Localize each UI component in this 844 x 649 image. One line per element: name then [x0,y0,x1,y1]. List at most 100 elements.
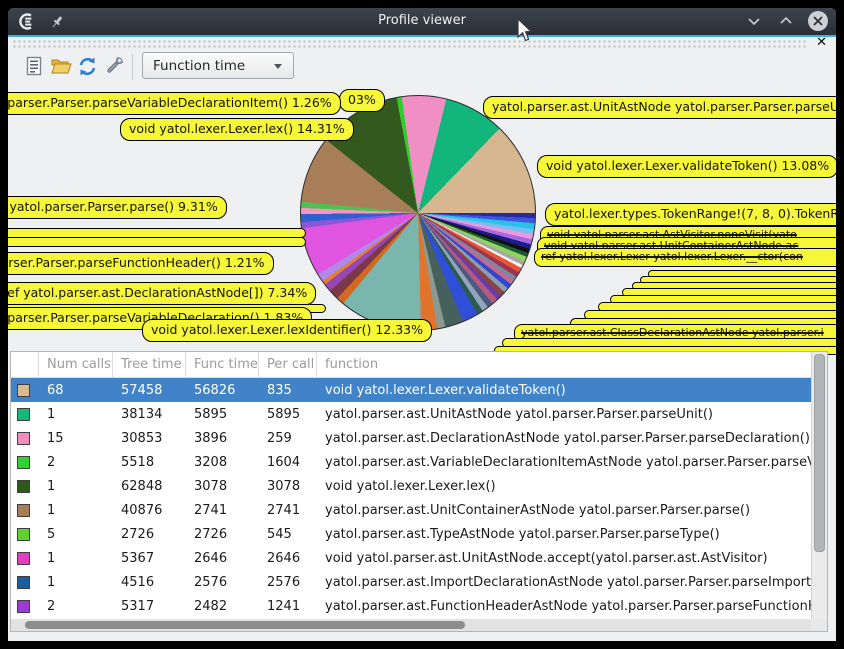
cell-tree_time: 57458 [113,383,186,398]
mouse-cursor [517,18,534,47]
sort-mode-combobox[interactable]: Function time [142,52,294,79]
column-header[interactable]: Tree time [113,352,186,377]
table-row[interactable]: 1451625762576yatol.parser.ast.ImportDecl… [11,570,811,594]
cell-tree_time: 5518 [113,455,186,470]
table-row[interactable]: 527262726545yatol.parser.ast.TypeAstNode… [11,522,811,546]
pie-slice-label: ainerAstNode yatol.parser.Parser.parse()… [8,196,227,219]
chevron-down-icon [274,64,282,69]
cell-tree_time: 5317 [113,599,186,614]
table-row[interactable]: 2531724821241yatol.parser.ast.FunctionHe… [11,594,811,618]
table-row[interactable]: 1536726462646void yatol.parser.ast.UnitA… [11,546,811,570]
pie-slice-label: void yatol.lexer.Lexer.validateToken() 1… [537,155,836,178]
row-color-swatch [17,384,30,397]
cell-per_call: 2576 [259,575,317,590]
column-header[interactable]: Func time [186,352,259,377]
profile-viewer-window: Profile viewer ✕ [8,8,836,641]
dock-close-icon[interactable]: ✕ [816,35,827,51]
cell-tree_time: 30853 [113,431,186,446]
cell-function: yatol.parser.ast.TypeAstNode yatol.parse… [317,527,811,542]
titlebar-accent-line [8,35,836,37]
column-header[interactable]: function [317,352,811,377]
row-color-swatch [17,480,30,493]
horizontal-scrollbar[interactable] [11,619,811,631]
scrollbar-corner [811,619,827,631]
cell-function: void yatol.lexer.Lexer.lex() [317,479,811,494]
cell-func_time: 2726 [186,527,259,542]
cell-per_call: 835 [259,383,317,398]
pie-slice-label: ns(ref yatol.parser.ast.DeclarationAstNo… [8,282,316,305]
row-color-swatch [17,576,30,589]
combobox-value: Function time [153,58,245,74]
cell-tree_time: 5367 [113,551,186,566]
cell-tree_time: 4516 [113,575,186,590]
cell-num_calls: 1 [39,407,113,422]
cell-function: yatol.parser.ast.DeclarationAstNode yato… [317,431,811,446]
cell-function: yatol.parser.ast.VariableDeclarationItem… [317,455,811,470]
cell-per_call: 545 [259,527,317,542]
cell-function: void yatol.parser.ast.UnitAstNode.accept… [317,551,811,566]
cell-func_time: 2646 [186,551,259,566]
titlebar[interactable]: Profile viewer [8,8,836,35]
cell-per_call: 3078 [259,479,317,494]
table-header[interactable]: Num callsTree timeFunc timePer callfunct… [11,352,811,378]
cell-func_time: 2576 [186,575,259,590]
dock-drag-handle[interactable] [12,39,806,49]
wrench-icon[interactable] [104,56,126,78]
cell-function: yatol.parser.ast.ImportDeclarationAstNod… [317,575,811,590]
column-header[interactable]: Num calls [39,352,113,377]
cell-func_time: 2482 [186,599,259,614]
table-body: 685745856826835void yatol.lexer.Lexer.va… [11,378,827,618]
cell-func_time: 3078 [186,479,259,494]
cell-func_time: 2741 [186,503,259,518]
cell-per_call: 2741 [259,503,317,518]
pie-slice-label: ref yatol.lexer.Lexer yatol.lexer.Lexer.… [534,248,836,267]
cell-func_time: 3896 [186,431,259,446]
vertical-scrollbar[interactable] [811,352,827,619]
cell-func_time: 3208 [186,455,259,470]
table-row[interactable]: 14087627412741yatol.parser.ast.UnitConta… [11,498,811,522]
report-icon[interactable] [24,56,46,78]
maximize-button[interactable] [776,11,796,31]
row-color-swatch [17,528,30,541]
horizontal-scrollbar-thumb[interactable] [25,621,465,629]
table-row[interactable]: 13813458955895yatol.parser.ast.UnitAstNo… [11,402,811,426]
toolbar-separator [132,54,133,80]
vertical-scrollbar-thumb[interactable] [814,354,825,552]
pie-slice-label: 03% [339,89,385,112]
cell-per_call: 2646 [259,551,317,566]
row-color-swatch [17,600,30,613]
pie-slice-label: atol.parser.Parser.parseFunctionHeader()… [8,252,274,275]
cell-per_call: 5895 [259,407,317,422]
table-row[interactable]: 15308533896259yatol.parser.ast.Declarati… [11,426,811,450]
cell-num_calls: 1 [39,575,113,590]
chart-area: 03%ode yatol.parser.Parser.parseVariable… [8,86,836,352]
profile-table: Num callsTree timeFunc timePer callfunct… [10,351,828,632]
minimize-button[interactable] [744,11,764,31]
table-row[interactable]: 16284830783078void yatol.lexer.Lexer.lex… [11,474,811,498]
cell-per_call: 259 [259,431,317,446]
refresh-icon[interactable] [77,56,99,78]
row-color-swatch [17,504,30,517]
cell-num_calls: 5 [39,527,113,542]
cell-num_calls: 1 [39,503,113,518]
close-button[interactable] [808,11,828,31]
cell-tree_time: 38134 [113,407,186,422]
table-row[interactable]: 2551832081604yatol.parser.ast.VariableDe… [11,450,811,474]
cell-num_calls: 15 [39,431,113,446]
column-header[interactable]: Per call [259,352,317,377]
cell-per_call: 1241 [259,599,317,614]
open-folder-icon[interactable] [50,56,72,78]
cell-function: yatol.parser.ast.UnitAstNode yatol.parse… [317,407,811,422]
pie-slice-label: yatol.parser.ast.UnitAstNode yatol.parse… [483,96,836,119]
row-color-swatch [17,432,30,445]
cell-function: void yatol.lexer.Lexer.validateToken() [317,383,811,398]
pie-slice-label: void yatol.lexer.Lexer.lex() 14.31% [120,118,354,141]
cell-num_calls: 1 [39,479,113,494]
cell-func_time: 5895 [186,407,259,422]
cell-function: yatol.parser.ast.UnitContainerAstNode ya… [317,503,811,518]
table-row[interactable]: 685745856826835void yatol.lexer.Lexer.va… [11,378,811,402]
cell-num_calls: 68 [39,383,113,398]
toolbar: Function time [8,52,836,84]
cell-func_time: 56826 [186,383,259,398]
column-header[interactable] [11,352,39,377]
